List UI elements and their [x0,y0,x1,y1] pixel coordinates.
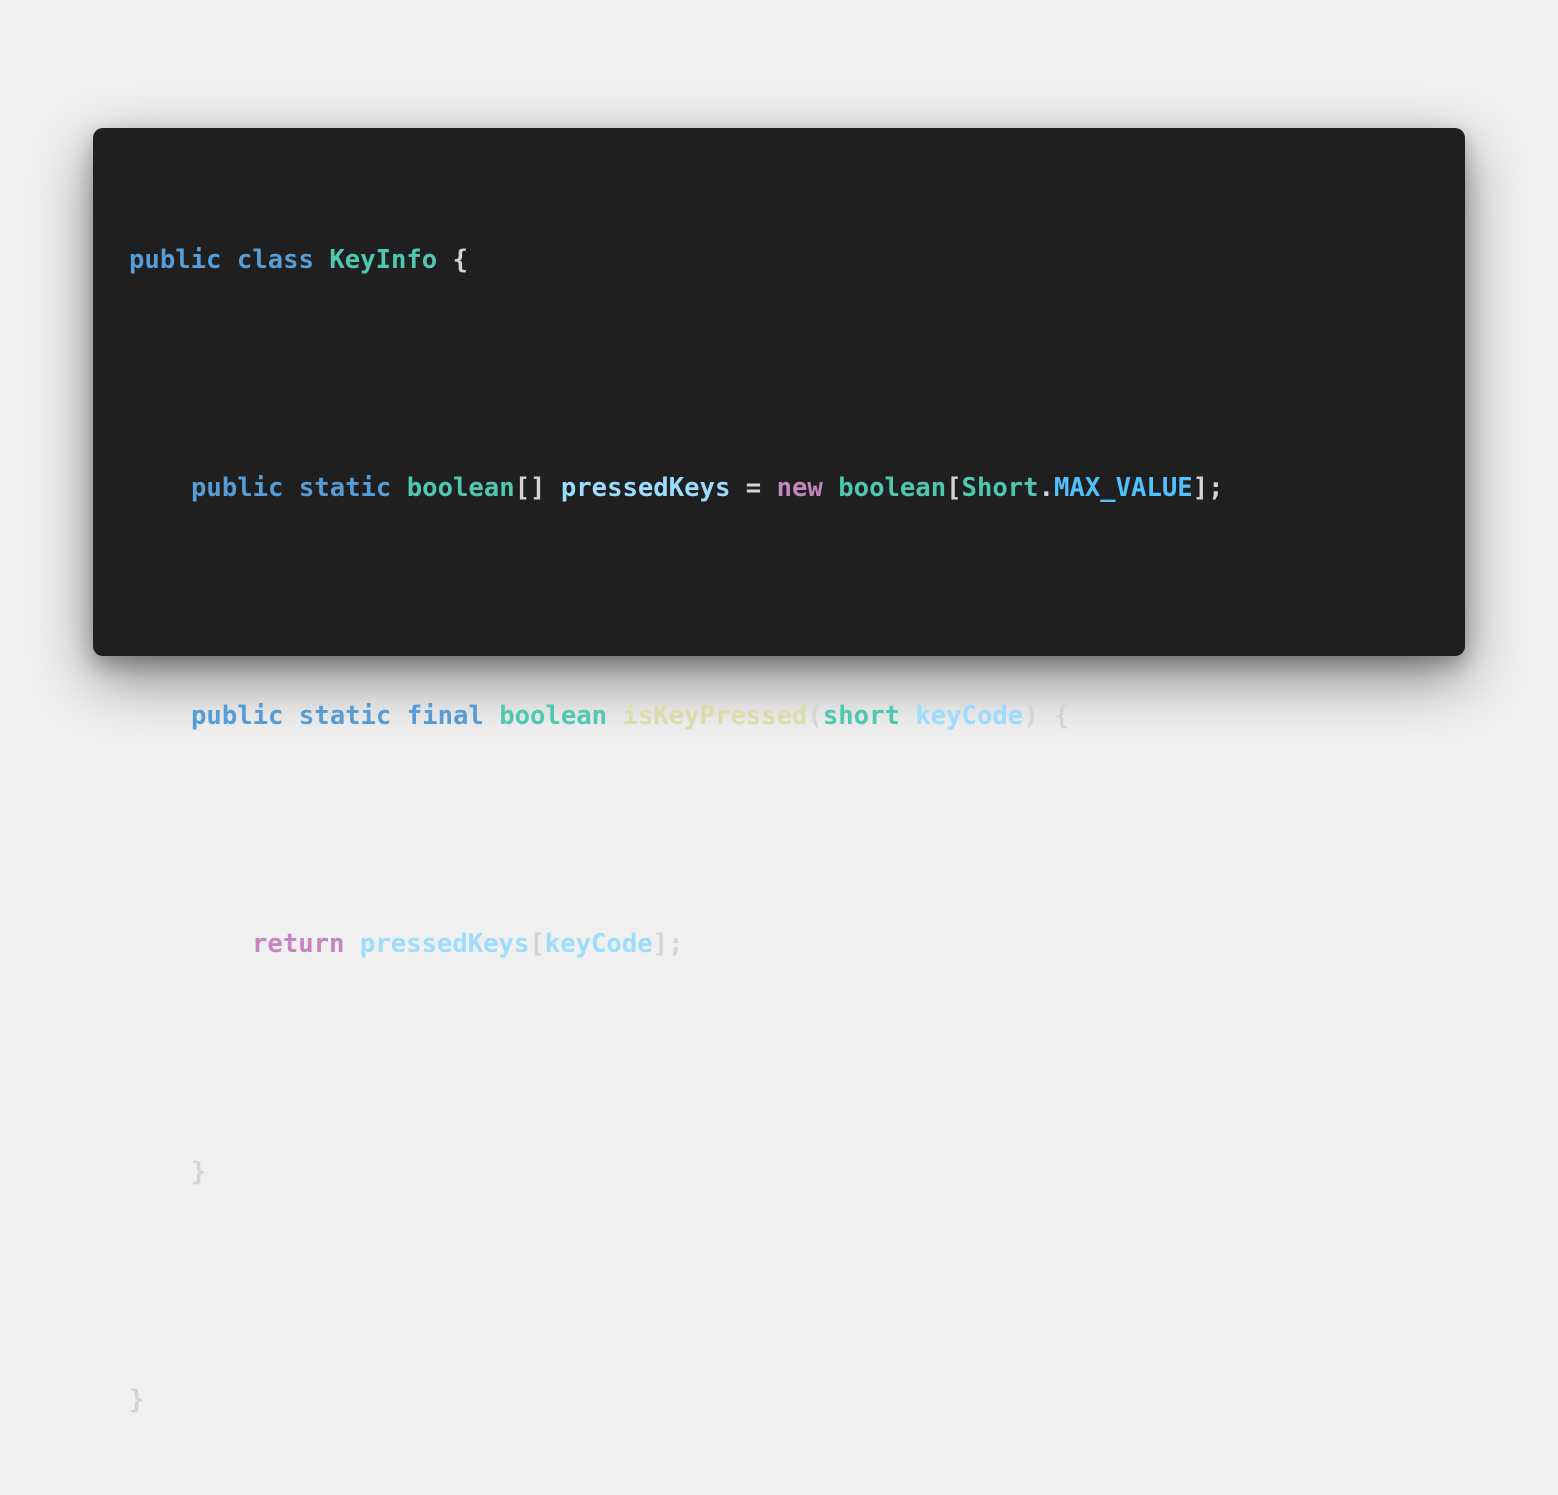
code-token-type: short [822,701,900,731]
code-line-3: public static boolean[] pressedKeys = ne… [129,469,1224,507]
code-token-kw: static [298,473,392,503]
code-token-var: keyCode [544,929,653,959]
code-token-punc [344,929,359,959]
code-token-kw: class [236,245,314,275]
code-line-1: public class KeyInfo { [129,241,1224,279]
code-token-punc [391,473,406,503]
code-token-kw: public [191,701,284,731]
code-token-punc [391,701,406,731]
code-token-punc: ]; [1192,473,1224,503]
code-token-punc: ( [807,701,823,731]
code-token-fn: isKeyPressed [622,701,808,731]
code-line-9: } [129,1153,1224,1191]
code-token-punc [823,473,838,503]
code-token-punc [283,473,298,503]
code-token-punc: [ [946,473,962,503]
code-line-7: return pressedKeys[keyCode]; [129,925,1224,963]
code-token-ctrl: return [252,929,345,959]
code-snippet-window: public class KeyInfo { public static boo… [93,128,1465,1415]
code-token-punc: = [730,473,777,503]
code-token-type: Short [961,473,1039,503]
code-token-punc [221,245,236,275]
code-line-11: } [129,1381,1224,1419]
code-token-punc [314,245,329,275]
code-token-type: boolean [406,473,515,503]
code-token-punc: ]; [652,929,684,959]
code-token-punc [283,701,298,731]
code-token-kw: static [298,701,392,731]
code-token-punc [484,701,499,731]
code-token-punc: { [437,245,469,275]
code-token-punc: [ [529,929,545,959]
code-token-punc: ) { [1023,701,1070,731]
code-token-var: pressedKeys [359,929,530,959]
code-token-var: keyCode [915,701,1024,731]
code-token-punc: [] [514,473,561,503]
code-token-type: boolean [499,701,608,731]
code-token-const: MAX_VALUE [1054,473,1193,503]
code-token-var: pressedKeys [560,473,731,503]
code-token-kw: public [191,473,284,503]
code-token-ctrl: new [776,473,823,503]
code-block: public class KeyInfo { public static boo… [129,165,1224,1495]
code-token-punc: . [1038,473,1055,503]
code-token-type: boolean [838,473,947,503]
code-token-punc: } [129,1385,145,1415]
code-token-kw: final [406,701,484,731]
code-line-5: public static final boolean isKeyPressed… [129,697,1224,735]
code-token-type: KeyInfo [329,245,438,275]
code-token-punc [607,701,622,731]
code-token-punc: } [191,1157,207,1187]
code-token-kw: public [129,245,222,275]
code-token-punc [900,701,915,731]
